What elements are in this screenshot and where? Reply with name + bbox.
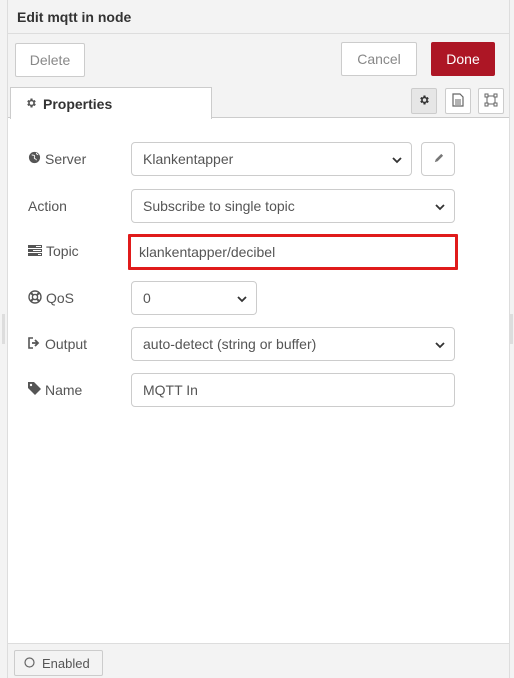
description-icon: [452, 92, 464, 110]
appearance-icon: [484, 93, 498, 110]
action-label: Action: [28, 198, 67, 214]
action-row: Action Subscribe to single topic: [8, 189, 509, 223]
chevron-down-icon: [236, 292, 248, 308]
done-button[interactable]: Done: [431, 42, 495, 76]
appearance-tab-button[interactable]: [478, 88, 504, 114]
action-select[interactable]: Subscribe to single topic: [131, 189, 455, 223]
qos-label: QoS: [28, 281, 74, 315]
output-label: Output: [28, 327, 87, 361]
qos-select[interactable]: 0: [131, 281, 257, 315]
server-label: Server: [28, 142, 86, 176]
qos-row: QoS 0: [8, 281, 509, 315]
name-label: Name: [28, 373, 82, 407]
chevron-down-icon: [434, 338, 446, 354]
topic-row: Topic klankentapper/decibel: [8, 234, 509, 270]
delete-button[interactable]: Delete: [15, 43, 85, 77]
tray-footer: Enabled: [8, 643, 509, 678]
chevron-down-icon: [434, 200, 446, 216]
tray-toolbar: Delete Cancel Done: [8, 34, 509, 85]
enabled-toggle[interactable]: Enabled: [14, 650, 103, 676]
life-ring-icon: [28, 289, 42, 307]
circle-icon: [24, 656, 35, 671]
tab-properties-label: Properties: [43, 95, 113, 112]
tag-icon: [28, 382, 41, 398]
tray-title: Edit mqtt in node: [8, 0, 509, 34]
server-row: Server Klankentapper: [8, 142, 509, 176]
tab-properties[interactable]: Properties: [10, 87, 212, 119]
description-tab-button[interactable]: [445, 88, 471, 114]
gear-icon: [418, 93, 430, 109]
cancel-button[interactable]: Cancel: [341, 42, 417, 76]
gear-icon: [25, 96, 37, 112]
topic-label: Topic: [28, 234, 79, 268]
server-select[interactable]: Klankentapper: [131, 142, 412, 176]
output-select[interactable]: auto-detect (string or buffer): [131, 327, 455, 361]
edit-tray: Edit mqtt in node Delete Cancel Done Pro…: [7, 0, 510, 678]
sign-out-icon: [28, 336, 41, 352]
tasks-icon: [28, 243, 42, 259]
tabs-bar: Properties: [8, 85, 509, 119]
topic-input[interactable]: klankentapper/decibel: [128, 234, 458, 270]
globe-icon: [28, 151, 41, 167]
chevron-down-icon: [391, 153, 403, 169]
left-resize-handle[interactable]: [2, 314, 5, 344]
name-input[interactable]: MQTT In: [131, 373, 455, 407]
edit-server-button[interactable]: [421, 142, 455, 176]
output-row: Output auto-detect (string or buffer): [8, 327, 509, 361]
pencil-icon: [433, 151, 444, 167]
right-resize-handle[interactable]: [510, 314, 513, 344]
name-row: Name MQTT In: [8, 373, 509, 407]
properties-tab-button[interactable]: [411, 88, 437, 114]
